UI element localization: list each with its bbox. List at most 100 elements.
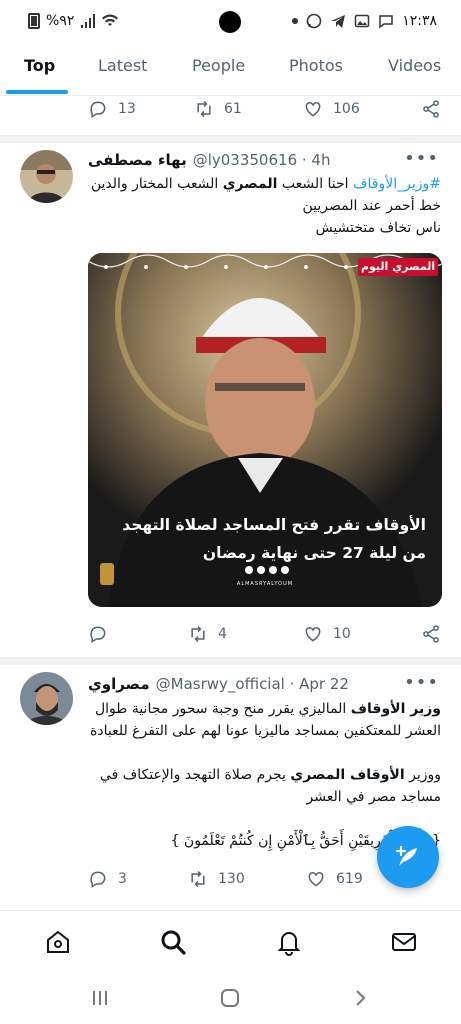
retweet-icon <box>197 100 211 118</box>
tweet-divider <box>0 135 461 143</box>
highlight-term: الأوقاف المصري <box>290 767 405 783</box>
active-tab-indicator <box>6 90 68 94</box>
reply-button[interactable]: 13 <box>88 99 136 119</box>
tweet-text-part: ووزير <box>404 767 441 783</box>
clock: ١٢:٣٨ <box>402 13 437 29</box>
battery-percent: %٩٢ <box>46 13 75 29</box>
handle-time: @Masrwy_official · Apr 22 <box>155 675 349 693</box>
retweet-icon <box>191 870 205 888</box>
like-count: 10 <box>333 626 351 642</box>
home-icon[interactable] <box>44 928 72 956</box>
caption-line: من ليلة 27 حتى نهاية رمضان <box>202 544 426 562</box>
dot-icon <box>292 18 299 24</box>
tweet-text: وزير الأوقاف الماليزي يقرر منح وجبة سحور… <box>88 698 441 852</box>
caption-line: الأوقاف تقرر فتح المساجد لصلاة التهجد <box>122 516 426 534</box>
avatar-image <box>20 672 73 725</box>
notifications-icon[interactable] <box>275 928 303 956</box>
tab-photos[interactable]: Photos <box>289 56 343 75</box>
signal-icon <box>81 14 96 28</box>
retweet-button[interactable]: 130 <box>188 869 245 889</box>
tweet-text-part: الشعب المختار والدين <box>90 176 223 192</box>
status-right: ١٢:٣٨ <box>292 13 437 29</box>
messages-icon[interactable] <box>390 928 418 956</box>
avatar[interactable] <box>20 672 73 725</box>
heart-icon <box>305 101 321 117</box>
prev-tweet-actions: 13 61 106 <box>0 95 461 125</box>
retweet-button[interactable]: 4 <box>188 624 227 644</box>
display-name[interactable]: بهاء مصطفى <box>88 151 187 169</box>
reply-icon <box>90 871 106 888</box>
heart-icon <box>308 871 324 887</box>
media-logo: المصري اليوم <box>358 258 438 276</box>
reply-icon <box>90 626 106 643</box>
retweet-count: 4 <box>218 626 227 642</box>
status-left: %٩٢ <box>28 13 119 29</box>
reply-count: 13 <box>118 101 136 117</box>
reply-count: 3 <box>118 871 127 887</box>
retweet-count: 61 <box>224 101 242 117</box>
tweet-text-line: ناس تخاف متختشيش <box>315 220 441 236</box>
back-icon[interactable] <box>348 986 372 1010</box>
camera-cutout <box>219 11 241 33</box>
search-icon[interactable] <box>159 928 187 956</box>
tab-people[interactable]: People <box>192 56 245 75</box>
tweet-text: #وزير_الأوقاف احنا الشعب المصري الشعب ال… <box>88 173 441 239</box>
like-count: 619 <box>336 871 363 887</box>
like-button[interactable]: 10 <box>303 624 351 644</box>
tweet-text-line: العشر للمعتكفين بمساجد ماليزيا عونا لهم … <box>90 723 441 739</box>
tweet-text-line: مساجد مصر في العشر <box>306 789 441 805</box>
share-button[interactable] <box>421 99 441 119</box>
bottom-navigation <box>0 910 461 972</box>
retweet-count: 130 <box>218 871 245 887</box>
tweet-header: مصراوي @Masrwy_official · Apr 22 <box>88 674 441 694</box>
share-icon <box>423 100 439 118</box>
status-bar: %٩٢ ١٢:٣٨ <box>0 0 461 42</box>
tweet-text-part: يجرم صلاة التهجد والإعتكاف في <box>99 767 291 783</box>
hashtag-link[interactable]: #وزير_الأوقاف <box>353 176 441 192</box>
highlight-term: المصري <box>222 176 278 192</box>
tweet-text-part: الماليزي يقرر منح وجبة سحور مجانية طوال <box>94 701 351 717</box>
tweet-text-part: احنا الشعب <box>277 176 354 192</box>
reply-button[interactable] <box>88 624 118 644</box>
whatsapp-icon <box>306 13 322 29</box>
tab-top[interactable]: Top <box>24 56 55 75</box>
tab-latest[interactable]: Latest <box>98 56 147 75</box>
system-navigation <box>0 972 461 1024</box>
retweet-button[interactable]: 61 <box>194 99 242 119</box>
tweet-divider <box>0 657 461 665</box>
like-button[interactable]: 619 <box>306 869 363 889</box>
telegram-icon <box>331 15 346 28</box>
reply-icon <box>90 101 106 118</box>
like-count: 106 <box>333 101 360 117</box>
recents-icon[interactable] <box>88 986 112 1010</box>
media-caption: الأوقاف تقرر فتح المساجد لصلاة التهجد من… <box>88 511 426 567</box>
tweet-header: بهاء مصطفى @ly03350616 · 4h <box>88 150 441 170</box>
home-button-icon[interactable] <box>218 986 242 1010</box>
reply-button[interactable]: 3 <box>88 869 127 889</box>
tweet-text-line: خط أحمر عند المصريين <box>302 198 441 214</box>
highlight-term: وزير الأوقاف <box>350 701 441 717</box>
compose-tweet-icon <box>395 845 417 866</box>
wifi-icon <box>102 14 119 26</box>
search-tabs: Top Latest People Photos Videos <box>0 42 461 96</box>
handle-time: @ly03350616 · 4h <box>192 151 331 169</box>
gallery-icon <box>354 14 370 28</box>
retweet-icon <box>191 625 205 643</box>
more-options-icon[interactable]: ••• <box>404 148 439 169</box>
social-icons <box>245 566 289 574</box>
avatar-image <box>20 150 73 203</box>
share-icon <box>423 625 439 643</box>
like-button[interactable]: 106 <box>303 99 360 119</box>
chat-icon <box>379 15 393 29</box>
tab-videos[interactable]: Videos <box>388 56 441 75</box>
media-footer: ALMASRYALYOUM <box>236 581 294 587</box>
share-button[interactable] <box>421 624 441 644</box>
heart-icon <box>305 626 321 642</box>
display-name[interactable]: مصراوي <box>88 675 150 693</box>
tweet-media-image[interactable]: المصري اليوم الأوقاف تقرر فتح المساجد لص… <box>88 253 442 607</box>
tweet-actions: 4 10 <box>0 620 461 650</box>
avatar[interactable] <box>20 150 73 203</box>
battery-icon <box>28 13 40 29</box>
more-options-icon[interactable]: ••• <box>404 672 439 693</box>
compose-tweet-button[interactable] <box>377 826 439 888</box>
